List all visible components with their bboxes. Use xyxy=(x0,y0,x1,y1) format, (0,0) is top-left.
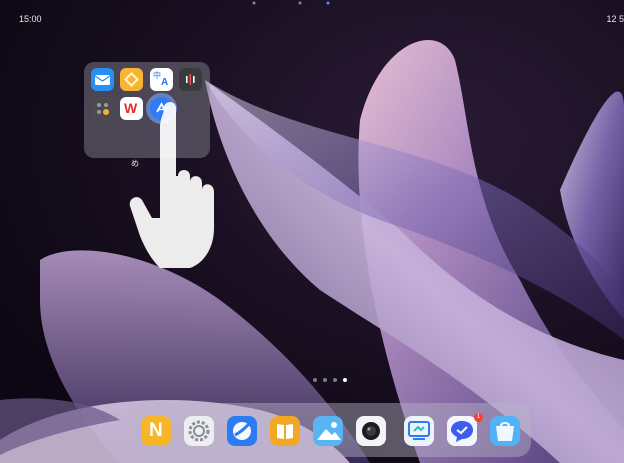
screen-mirror-icon[interactable] xyxy=(404,416,434,446)
calculator-icon[interactable] xyxy=(91,97,114,120)
status-time: 15:00 xyxy=(19,14,42,24)
translate-icon-text-top: 中 xyxy=(153,71,161,80)
dock: N xyxy=(130,403,531,457)
notes-icon-text: N xyxy=(149,420,163,441)
notes-icon[interactable]: N xyxy=(141,416,171,446)
settings-icon[interactable] xyxy=(184,416,214,446)
page-dot-active[interactable] xyxy=(343,378,347,382)
messages-icon[interactable] xyxy=(447,416,477,446)
camera-icon[interactable] xyxy=(356,416,386,446)
page-indicator[interactable] xyxy=(313,378,349,384)
page-dot[interactable] xyxy=(313,378,317,382)
books-icon[interactable] xyxy=(270,416,300,446)
page-dot[interactable] xyxy=(333,378,337,382)
status-bar: 15:00 12 5 xyxy=(0,0,624,24)
gallery-icon[interactable] xyxy=(313,416,343,446)
translate-icon-text-bottom: A xyxy=(161,77,169,88)
tap-gesture-hand-icon xyxy=(129,102,214,268)
shopping-bag-icon[interactable] xyxy=(490,416,520,446)
notification-badge: 1 xyxy=(474,413,483,422)
page-dot[interactable] xyxy=(323,378,327,382)
top-indicators xyxy=(252,1,330,5)
browser-icon[interactable] xyxy=(227,416,257,446)
status-right-text: 12 5 xyxy=(606,14,624,24)
mail-icon[interactable] xyxy=(91,68,114,91)
